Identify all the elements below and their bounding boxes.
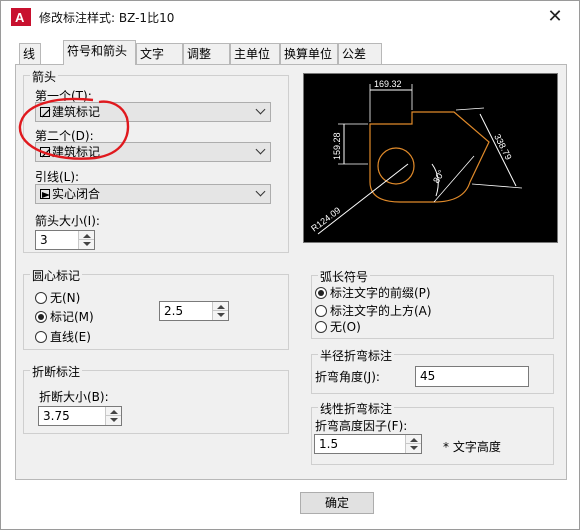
- center-mark-none-radio[interactable]: 无(N): [35, 289, 80, 306]
- break-size-spinner[interactable]: 3.75: [38, 406, 122, 426]
- preview-radius-leader: [317, 163, 409, 235]
- tab-alternate-units[interactable]: 换算单位: [280, 43, 338, 64]
- center-mark-line-radio[interactable]: 直线(E): [35, 328, 91, 345]
- title-bar: A 修改标注样式: BZ-1比10 ✕: [1, 1, 579, 33]
- preview-dim-top: 169.32: [374, 79, 402, 89]
- autocad-app-icon: A: [11, 8, 31, 26]
- center-mark-mark-radio[interactable]: 标记(M): [35, 308, 94, 325]
- arrow-size-spinner[interactable]: 3: [35, 230, 95, 250]
- tab-label: 主单位: [234, 47, 271, 61]
- radio-label: 直线(E): [50, 330, 91, 344]
- architectural-tick-icon: [40, 146, 51, 157]
- spin-up-icon[interactable]: [110, 410, 118, 414]
- dimension-preview: 169.32 159.28 338.79 80° R124.09: [309, 79, 523, 235]
- spin-up-icon[interactable]: [83, 234, 91, 238]
- preview-hole: [377, 147, 415, 185]
- radio-circle[interactable]: [315, 304, 327, 317]
- tab-lines[interactable]: 线: [19, 43, 41, 64]
- preview-ext-line: [471, 183, 523, 189]
- spinner-buttons[interactable]: [405, 435, 421, 453]
- architectural-tick-icon: [40, 106, 51, 117]
- break-size-value: 3.75: [43, 409, 70, 423]
- jog-height-value: 1.5: [319, 437, 339, 451]
- spinner-buttons[interactable]: [105, 407, 121, 425]
- tab-primary-units[interactable]: 主单位: [230, 43, 280, 64]
- group-title: 弧长符号: [318, 268, 371, 285]
- closed-filled-arrow-icon: [40, 188, 50, 199]
- group-title: 折断标注: [30, 363, 83, 380]
- leader-value: 实心闭合: [52, 187, 101, 201]
- center-mark-size-spinner[interactable]: 2.5: [159, 301, 229, 321]
- tab-label: 文字: [140, 47, 165, 61]
- spin-down-icon[interactable]: [217, 313, 225, 317]
- close-button[interactable]: ✕: [543, 5, 567, 29]
- preview-pane: 169.32 159.28 338.79 80° R124.09: [303, 73, 558, 243]
- jog-angle-label: 折弯角度(J):: [315, 370, 380, 384]
- radio-label: 标记(M): [50, 310, 94, 324]
- tab-text[interactable]: 文字: [136, 43, 183, 64]
- app-icon-letter: A: [15, 10, 25, 25]
- arrow-size-label: 箭头大小(I):: [35, 214, 100, 228]
- radio-circle[interactable]: [35, 310, 47, 323]
- radio-circle[interactable]: [315, 286, 327, 299]
- group-title: 圆心标记: [30, 267, 83, 284]
- chevron-down-icon: [255, 104, 266, 115]
- tab-symbols-arrows[interactable]: 符号和箭头: [63, 40, 136, 65]
- text-height-suffix: * 文字高度: [443, 440, 501, 454]
- preview-dim-angle: 80°: [431, 168, 447, 185]
- arrow-size-value: 3: [40, 233, 48, 247]
- spin-up-icon[interactable]: [410, 438, 418, 442]
- second-arrow-value: 建筑标记: [52, 145, 101, 159]
- jog-height-spinner[interactable]: 1.5: [314, 434, 422, 454]
- tab-label: 符号和箭头: [67, 44, 128, 58]
- spin-up-icon[interactable]: [217, 305, 225, 309]
- preview-dim-left: 159.28: [332, 132, 342, 160]
- spinner-buttons[interactable]: [78, 231, 94, 249]
- preview-ext-line: [455, 107, 485, 111]
- radio-label: 标注文字的上方(A): [330, 304, 432, 318]
- jog-angle-input[interactable]: 45: [415, 366, 529, 387]
- group-title: 半径折弯标注: [318, 347, 395, 364]
- tab-label: 线: [23, 47, 36, 61]
- first-arrow-dropdown[interactable]: 建筑标记: [35, 102, 271, 122]
- group-title: 线性折弯标注: [318, 400, 395, 417]
- arc-prefix-radio[interactable]: 标注文字的前缀(P): [315, 284, 431, 301]
- jog-height-label: 折弯高度因子(F):: [315, 419, 408, 433]
- radio-label: 标注文字的前缀(P): [330, 286, 431, 300]
- spin-down-icon[interactable]: [110, 418, 118, 422]
- radio-label: 无(N): [50, 291, 81, 305]
- radio-circle[interactable]: [35, 291, 47, 304]
- window-title: 修改标注样式: BZ-1比10: [39, 11, 175, 25]
- dialog-window: A 修改标注样式: BZ-1比10 ✕ 线 符号和箭头 文字 调整 主单位 换算…: [0, 0, 580, 530]
- tab-label: 公差: [342, 47, 367, 61]
- spinner-buttons[interactable]: [212, 302, 228, 320]
- preview-part-outline: [369, 111, 490, 203]
- jog-angle-value: 45: [420, 369, 436, 383]
- leader-dropdown[interactable]: 实心闭合: [35, 184, 271, 204]
- center-mark-size-value: 2.5: [164, 304, 184, 318]
- radio-circle[interactable]: [315, 320, 327, 333]
- second-arrow-dropdown[interactable]: 建筑标记: [35, 142, 271, 162]
- radio-label: 无(O): [330, 320, 361, 334]
- tab-fit[interactable]: 调整: [183, 43, 230, 64]
- spin-down-icon[interactable]: [83, 242, 91, 246]
- chevron-down-icon: [255, 144, 266, 155]
- arc-above-radio[interactable]: 标注文字的上方(A): [315, 302, 432, 319]
- leader-label: 引线(L):: [35, 170, 80, 184]
- tab-label: 换算单位: [284, 47, 333, 61]
- break-size-label: 折断大小(B):: [39, 390, 109, 404]
- group-title: 箭头: [30, 68, 59, 85]
- tab-label: 调整: [187, 47, 212, 61]
- preview-dim-right: 338.79: [492, 132, 513, 161]
- ok-button[interactable]: 确定: [300, 492, 374, 514]
- spin-down-icon[interactable]: [410, 446, 418, 450]
- chevron-down-icon: [255, 186, 266, 197]
- radio-circle[interactable]: [35, 330, 47, 343]
- first-arrow-value: 建筑标记: [52, 105, 101, 119]
- tab-tolerances[interactable]: 公差: [338, 43, 382, 64]
- arc-none-radio[interactable]: 无(O): [315, 318, 361, 335]
